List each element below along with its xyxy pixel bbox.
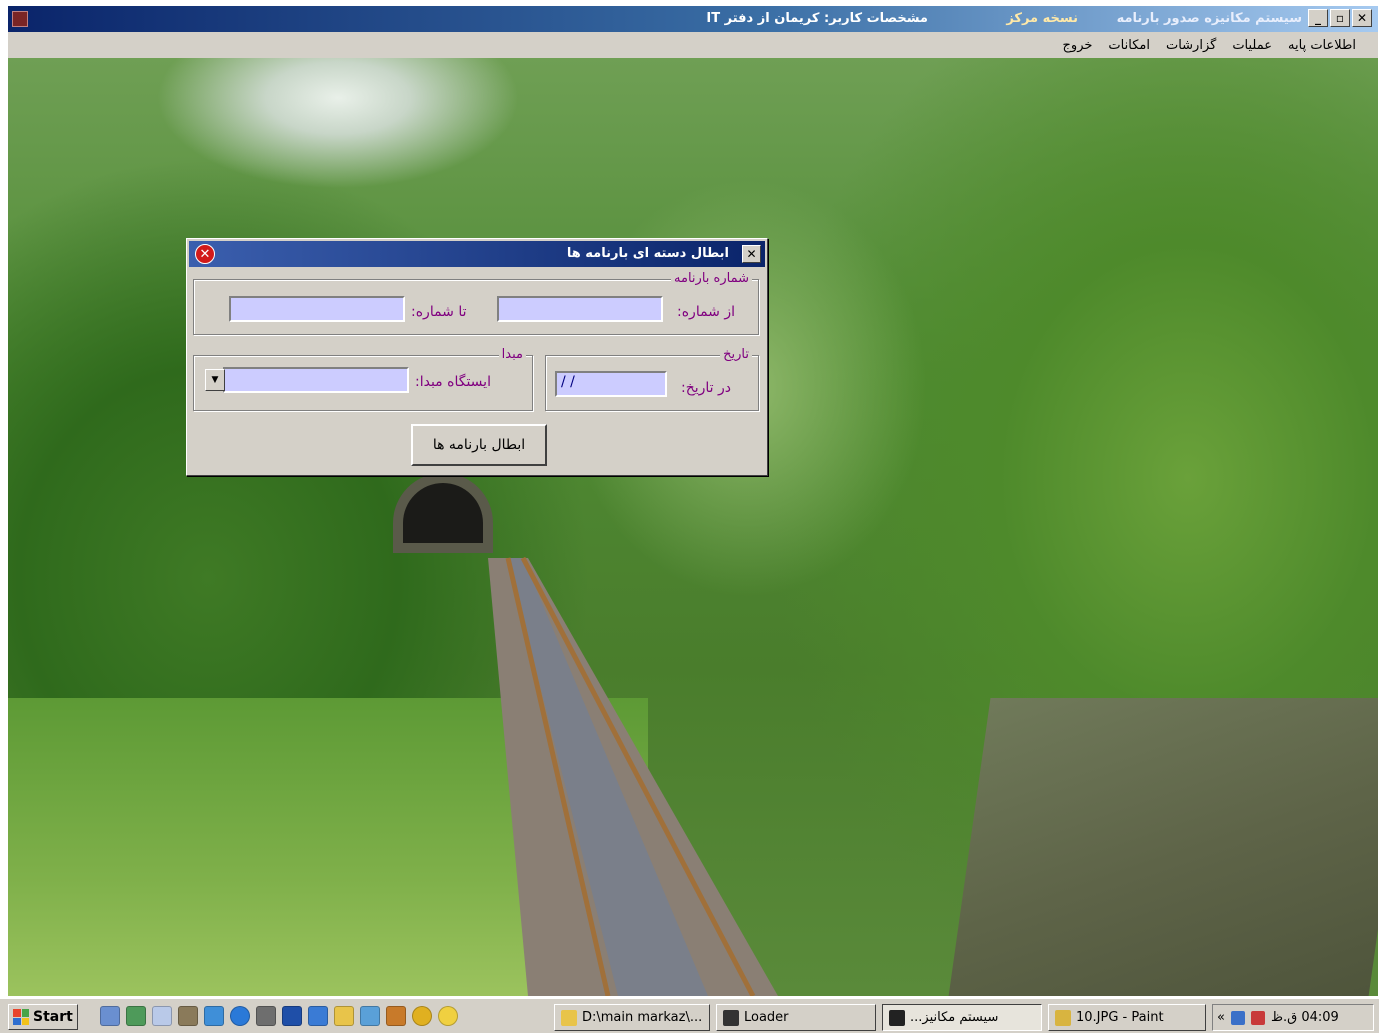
- task-loader[interactable]: Loader: [716, 1004, 876, 1031]
- date-label: در تاریخ:: [681, 380, 732, 396]
- error-icon: ✕: [195, 244, 215, 264]
- task-paint[interactable]: 10.JPG - Paint: [1048, 1004, 1206, 1031]
- app-titlebar[interactable]: سیستم مکانیزه صدور بارنامه نسخه مرکز مشخ…: [8, 6, 1378, 32]
- group-waybill-number-caption: شماره بارنامه: [671, 271, 752, 286]
- clock[interactable]: 04:09 ق.ظ: [1271, 1010, 1339, 1025]
- group-origin-caption: مبدا: [498, 347, 526, 362]
- task-folder[interactable]: D:\main markaz\...: [554, 1004, 710, 1031]
- menu-operations[interactable]: عملیات: [1224, 38, 1280, 53]
- menu-exit[interactable]: خروج: [1055, 38, 1101, 53]
- quick-launch: [100, 1006, 458, 1026]
- app-window: سیستم مکانیزه صدور بارنامه نسخه مرکز مشخ…: [8, 6, 1378, 996]
- internet-explorer-icon[interactable]: [230, 1006, 250, 1026]
- download-icon[interactable]: [386, 1006, 406, 1026]
- smiley-icon[interactable]: [438, 1006, 458, 1026]
- task-loader-label: Loader: [744, 1010, 789, 1025]
- origin-station-label: ایستگاه مبدا:: [415, 374, 491, 390]
- app-title: سیستم مکانیزه صدور بارنامه: [1116, 11, 1302, 26]
- network-icon[interactable]: [178, 1006, 198, 1026]
- app-version: نسخه مرکز: [1006, 11, 1078, 26]
- to-number-label: تا شماره:: [411, 304, 467, 320]
- menu-base-info[interactable]: اطلاعات پایه: [1280, 38, 1364, 53]
- date-input[interactable]: / /: [555, 371, 667, 397]
- cancel-waybills-button[interactable]: ابطال بارنامه ها: [411, 424, 547, 466]
- origin-station-input[interactable]: [223, 367, 409, 393]
- restore-button[interactable]: ▫: [1330, 9, 1350, 27]
- messenger-icon[interactable]: [204, 1006, 224, 1026]
- from-number-label: از شماره:: [677, 304, 736, 320]
- dialog-title: ابطال دسته ای بارنامه ها: [566, 246, 729, 261]
- paint-icon: [1055, 1009, 1071, 1026]
- tray-expand-button[interactable]: «: [1217, 1010, 1225, 1025]
- taskbar: Start D:\main markaz\... Loader ...سیستم…: [0, 998, 1379, 1033]
- folder-quick-icon[interactable]: [334, 1006, 354, 1026]
- system-menu-icon[interactable]: [12, 11, 28, 27]
- start-label: Start: [33, 1009, 73, 1025]
- app-icon: [889, 1009, 905, 1026]
- loader-icon: [723, 1009, 739, 1026]
- start-button[interactable]: Start: [8, 1004, 78, 1030]
- menu-reports[interactable]: گزارشات: [1158, 38, 1224, 53]
- word-icon[interactable]: [282, 1006, 302, 1026]
- dialog-titlebar[interactable]: ✕ ابطال دسته ای بارنامه ها ✕: [189, 241, 765, 267]
- railway-track: [488, 556, 778, 996]
- alert-tray-icon[interactable]: [1250, 1010, 1265, 1025]
- task-paint-label: 10.JPG - Paint: [1076, 1010, 1164, 1025]
- close-window-button[interactable]: ✕: [1352, 9, 1372, 27]
- chrome-icon[interactable]: [412, 1006, 432, 1026]
- folder-icon: [561, 1009, 577, 1026]
- task-folder-label: D:\main markaz\...: [582, 1010, 703, 1025]
- batch-cancel-dialog: ✕ ابطال دسته ای بارنامه ها ✕ شماره بارنا…: [186, 238, 768, 476]
- tools-icon[interactable]: [256, 1006, 276, 1026]
- group-date-caption: تاریخ: [720, 347, 752, 362]
- window-controls: _ ▫ ✕: [1308, 9, 1372, 27]
- media-icon[interactable]: [360, 1006, 380, 1026]
- origin-dropdown-button[interactable]: ▼: [205, 369, 225, 391]
- user-info: مشخصات کاربر: کریمان از دفتر IT: [706, 11, 928, 26]
- explorer-icon[interactable]: [126, 1006, 146, 1026]
- background-image: [8, 58, 1378, 996]
- system-tray: « 04:09 ق.ظ: [1212, 1004, 1374, 1031]
- from-number-input[interactable]: [497, 296, 663, 322]
- show-desktop-icon[interactable]: [100, 1006, 120, 1026]
- notepad-icon[interactable]: [152, 1006, 172, 1026]
- menu-bar: اطلاعات پایه عملیات گزارشات امکانات خروج: [8, 32, 1378, 58]
- to-number-input[interactable]: [229, 296, 405, 322]
- minimize-button[interactable]: _: [1308, 9, 1328, 27]
- windows-logo-icon: [13, 1009, 29, 1025]
- task-app-label: ...سیستم مکانیز: [910, 1010, 999, 1025]
- dialog-close-button[interactable]: ✕: [742, 245, 761, 263]
- menu-tools[interactable]: امکانات: [1100, 38, 1158, 53]
- network-tray-icon[interactable]: [1230, 1010, 1245, 1025]
- outlook-icon[interactable]: [308, 1006, 328, 1026]
- task-app[interactable]: ...سیستم مکانیز: [882, 1004, 1042, 1031]
